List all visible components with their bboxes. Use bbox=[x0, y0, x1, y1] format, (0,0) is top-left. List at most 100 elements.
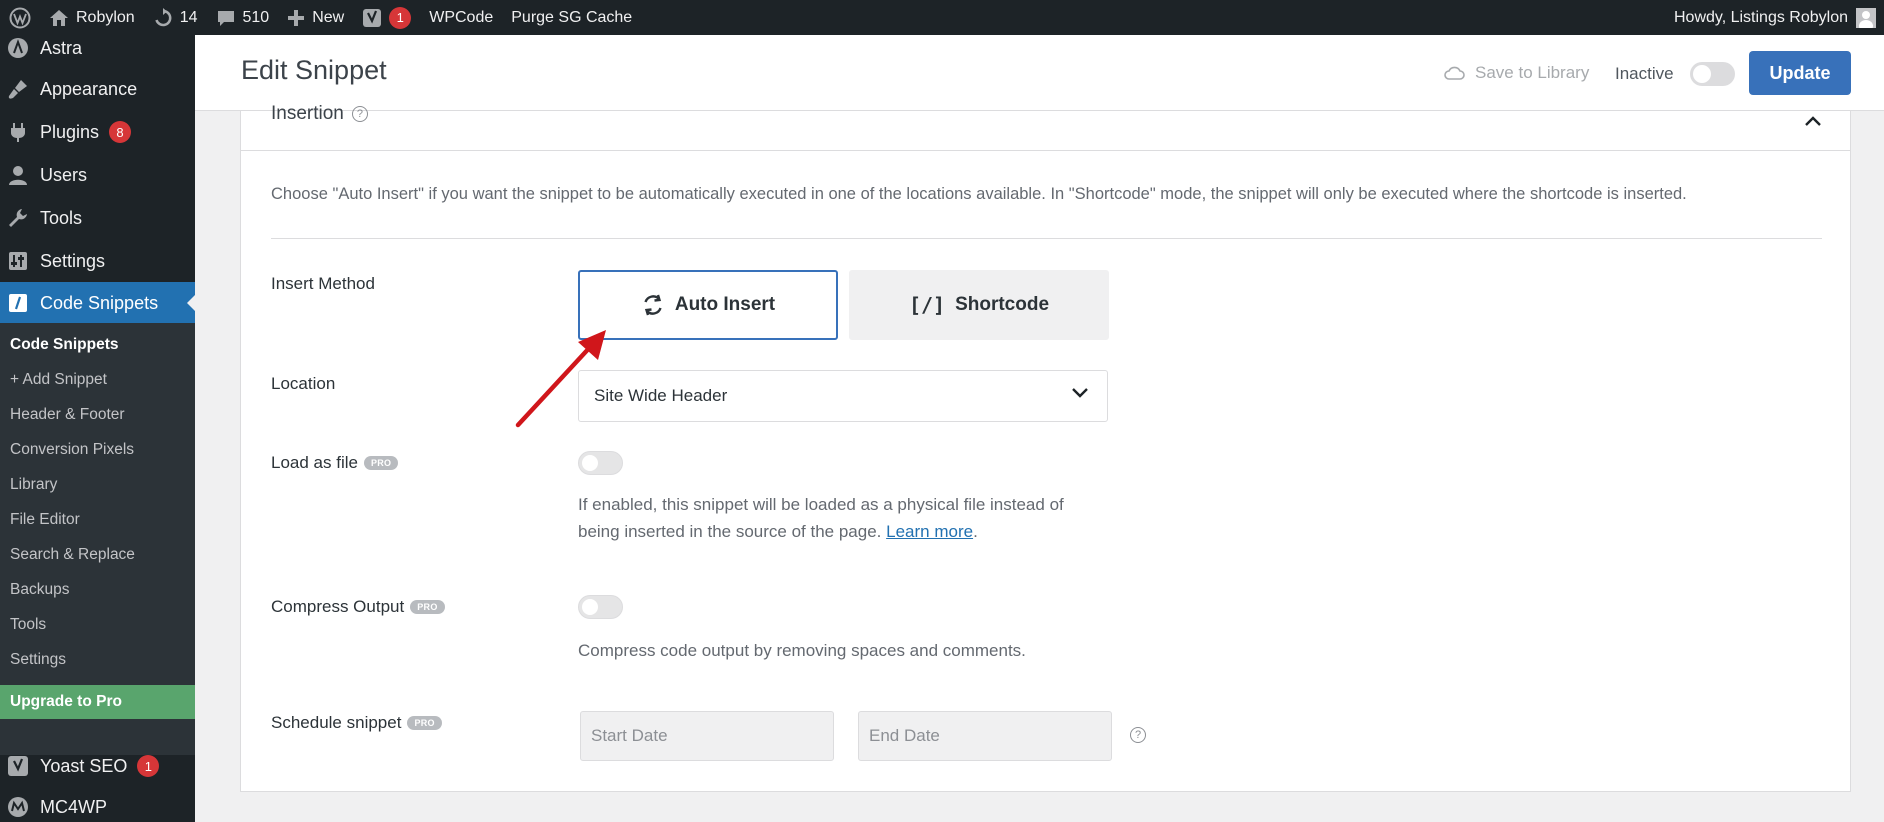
refresh-icon bbox=[644, 294, 662, 316]
yoast-notification-badge: 1 bbox=[137, 755, 160, 777]
sidebar-item-plugins[interactable]: Plugins 8 bbox=[0, 111, 195, 153]
users-icon bbox=[6, 163, 30, 187]
compress-output-help: Compress code output by removing spaces … bbox=[578, 641, 1026, 660]
sidebar-item-appearance[interactable]: Appearance bbox=[0, 68, 195, 110]
submenu-header-footer[interactable]: Header & Footer bbox=[10, 406, 125, 424]
load-as-file-help-line2: being inserted in the source of the page… bbox=[578, 522, 882, 541]
auto-insert-button[interactable]: Auto Insert bbox=[578, 270, 838, 340]
schedule-snippet-label: Schedule snippet PRO bbox=[271, 713, 442, 733]
submenu-code-snippets[interactable]: Code Snippets bbox=[10, 336, 119, 354]
yoast-adminbar-link[interactable]: 1 bbox=[353, 0, 420, 35]
comments-count: 510 bbox=[242, 8, 270, 26]
chevron-up-icon[interactable] bbox=[1804, 115, 1822, 127]
auto-insert-label: Auto Insert bbox=[674, 294, 776, 315]
sidebar-item-label: Users bbox=[40, 164, 88, 185]
paintbrush-icon bbox=[6, 77, 30, 101]
updates-icon bbox=[155, 7, 172, 26]
upgrade-to-pro-link[interactable]: Upgrade to Pro bbox=[0, 685, 195, 719]
schedule-help-icon[interactable]: ? bbox=[1130, 727, 1146, 743]
sidebar-item-astra[interactable]: Astra bbox=[0, 27, 195, 69]
schedule-snippet-label-text: Schedule snippet bbox=[271, 713, 402, 732]
wpcode-label: WPCode bbox=[429, 8, 494, 26]
purge-cache-link[interactable]: Purge SG Cache bbox=[502, 0, 641, 35]
sidebar-item-label: Astra bbox=[40, 37, 83, 58]
pro-badge: PRO bbox=[410, 600, 445, 614]
astra-icon bbox=[6, 36, 30, 60]
comment-icon bbox=[217, 10, 234, 26]
wrench-icon bbox=[6, 206, 30, 230]
yoast-icon bbox=[6, 754, 30, 778]
load-as-file-help: If enabled, this snippet will be loaded … bbox=[578, 491, 1064, 545]
shortcode-label: Shortcode bbox=[955, 294, 1050, 315]
load-as-file-label-text: Load as file bbox=[271, 453, 358, 472]
new-content-link[interactable]: New bbox=[278, 0, 353, 35]
yoast-icon bbox=[363, 8, 382, 27]
wpcode-link[interactable]: WPCode bbox=[420, 0, 502, 35]
sidebar-item-tools[interactable]: Tools bbox=[0, 197, 195, 239]
submenu-file-editor[interactable]: File Editor bbox=[10, 511, 80, 529]
learn-more-link[interactable]: Learn more bbox=[886, 522, 973, 541]
submenu-settings[interactable]: Settings bbox=[10, 651, 66, 669]
submenu-tools[interactable]: Tools bbox=[10, 616, 46, 634]
sidebar-item-settings[interactable]: Settings bbox=[0, 240, 195, 282]
sidebar-item-label: Settings bbox=[40, 250, 106, 271]
page-title: Edit Snippet bbox=[241, 55, 387, 85]
wordpress-icon bbox=[9, 7, 31, 28]
load-as-file-toggle[interactable] bbox=[578, 451, 623, 475]
sidebar-item-label: Appearance bbox=[40, 78, 138, 99]
location-value: Site Wide Header bbox=[594, 386, 728, 405]
submenu-library[interactable]: Library bbox=[10, 476, 57, 494]
sidebar-item-label: Code Snippets bbox=[40, 292, 159, 313]
my-account-link[interactable]: Howdy, Listings Robylon bbox=[1674, 7, 1884, 28]
submenu-add-snippet[interactable]: + Add Snippet bbox=[10, 371, 107, 389]
sidebar-item-mc4wp[interactable]: MC4WP bbox=[0, 786, 195, 822]
compress-output-label-text: Compress Output bbox=[271, 597, 405, 616]
active-toggle[interactable] bbox=[1690, 62, 1735, 86]
sidebar-item-code-snippets[interactable]: Code Snippets bbox=[0, 282, 195, 324]
mc4wp-icon bbox=[6, 795, 30, 819]
help-period: . bbox=[973, 522, 978, 541]
home-icon bbox=[50, 9, 68, 26]
sidebar-item-yoast-seo[interactable]: Yoast SEO 1 bbox=[0, 745, 195, 787]
cloud-icon bbox=[1444, 66, 1465, 80]
sidebar-item-label: Yoast SEO bbox=[40, 755, 128, 776]
load-as-file-label: Load as file PRO bbox=[271, 453, 399, 473]
panel-title-wrap: Insertion ? bbox=[271, 103, 368, 125]
status-label: Inactive bbox=[1615, 64, 1674, 83]
sidebar-item-label: MC4WP bbox=[40, 796, 107, 817]
start-date-input[interactable] bbox=[580, 711, 834, 761]
insertion-description: Choose "Auto Insert" if you want the sni… bbox=[271, 185, 1687, 203]
pro-badge: PRO bbox=[363, 456, 399, 470]
compress-output-label: Compress Output PRO bbox=[271, 597, 445, 617]
panel-title: Insertion bbox=[271, 103, 344, 124]
location-select[interactable]: Site Wide Header bbox=[578, 370, 1108, 422]
location-label: Location bbox=[271, 374, 335, 394]
submenu-backups[interactable]: Backups bbox=[10, 581, 69, 599]
plugins-update-badge: 8 bbox=[109, 121, 132, 143]
page-header: Edit Snippet Save to Library Inactive Up… bbox=[195, 35, 1884, 111]
sidebar-item-users[interactable]: Users bbox=[0, 154, 195, 196]
sidebar-item-label: Plugins bbox=[40, 121, 100, 142]
insertion-panel: Insertion ? Choose "Auto Insert" if you … bbox=[240, 103, 1851, 792]
avatar bbox=[1856, 7, 1876, 28]
save-to-library-button[interactable]: Save to Library bbox=[1443, 63, 1589, 83]
submenu-conversion-pixels[interactable]: Conversion Pixels bbox=[10, 441, 134, 459]
end-date-input[interactable] bbox=[858, 711, 1112, 761]
panel-header[interactable]: Insertion ? bbox=[241, 103, 1850, 151]
help-icon[interactable]: ? bbox=[351, 106, 368, 122]
code-snippets-icon bbox=[6, 291, 30, 315]
plugin-icon bbox=[6, 120, 30, 144]
insert-method-label: Insert Method bbox=[271, 274, 375, 294]
load-as-file-help-line1: If enabled, this snippet will be loaded … bbox=[578, 495, 1064, 514]
comments-link[interactable]: 510 bbox=[207, 0, 279, 35]
shortcode-button[interactable]: [/] Shortcode bbox=[849, 270, 1109, 340]
save-to-library-label: Save to Library bbox=[1475, 63, 1590, 82]
submenu-search-replace[interactable]: Search & Replace bbox=[10, 546, 135, 564]
chevron-down-icon bbox=[1072, 388, 1088, 398]
admin-bar: Robylon 14 510 New 1 WPCode Purge SG Cac… bbox=[0, 0, 1884, 35]
compress-output-toggle[interactable] bbox=[578, 595, 623, 619]
admin-sidebar: Astra Appearance Plugins 8 Users Tools S… bbox=[0, 35, 195, 822]
update-button[interactable]: Update bbox=[1749, 51, 1851, 95]
plus-icon bbox=[288, 9, 305, 26]
site-name: Robylon bbox=[76, 8, 135, 26]
